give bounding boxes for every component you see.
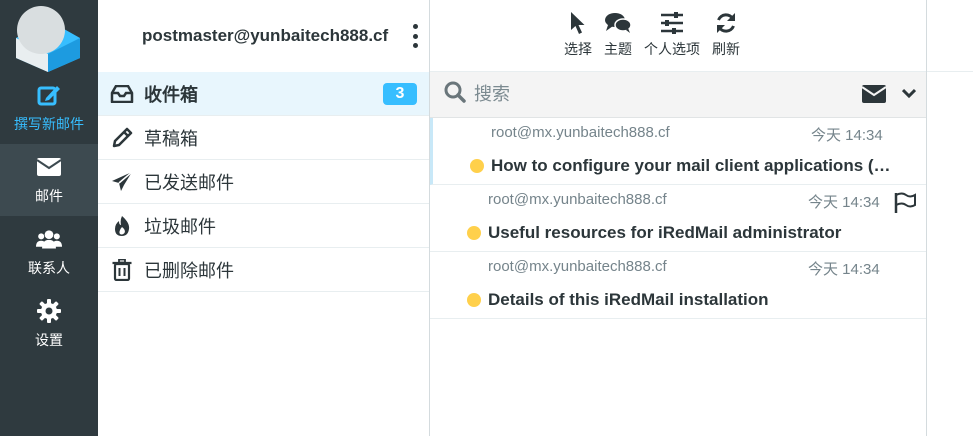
nav-settings[interactable]: 设置 [0,288,98,360]
folder-sent[interactable]: 已发送邮件 [98,160,429,204]
fire-icon [110,214,134,238]
account-menu-button[interactable] [411,24,419,48]
unread-dot-icon[interactable] [470,159,484,173]
message-subject: Useful resources for iRedMail administra… [488,223,842,242]
edit-icon [36,82,62,108]
comments-icon [604,9,632,37]
envelope-icon [36,154,62,180]
nav-contacts[interactable]: 联系人 [0,216,98,288]
message-date: 今天 14:34 [808,261,880,278]
folder-inbox[interactable]: 收件箱 3 [98,72,429,116]
search-icon [444,81,466,108]
folder-label: 草稿箱 [144,128,198,149]
folder-pane: postmaster@yunbaitech888.cf 收件箱 3 草稿箱 已发… [98,0,430,436]
unread-dot-icon[interactable] [467,226,481,240]
message-list-pane: 选择 主题 个人选项 刷新 搜索 root@mx.yunbaitech888.c… [430,0,927,436]
options-label: 个人选项 [644,41,700,57]
nav-settings-label: 设置 [35,332,63,348]
compose-label: 撰写新邮件 [14,116,84,132]
inbox-icon [110,82,134,106]
folder-header: postmaster@yunbaitech888.cf [98,0,429,72]
folder-trash[interactable]: 已删除邮件 [98,248,429,292]
message-from: root@mx.yunbaitech888.cf [488,258,667,275]
message-row[interactable]: root@mx.yunbaitech888.cf 今天 14:34 Detail… [430,252,926,319]
account-name: postmaster@yunbaitech888.cf [142,26,389,45]
message-from: root@mx.yunbaitech888.cf [491,124,670,141]
sliders-icon [660,9,684,37]
folder-label: 已发送邮件 [144,172,234,193]
refresh-button[interactable]: 刷新 [712,9,740,59]
folder-label: 已删除邮件 [144,260,234,281]
folder-label: 垃圾邮件 [144,216,216,237]
trash-icon [110,258,134,282]
message-subject: How to configure your mail client applic… [491,156,891,175]
paper-plane-icon [110,170,134,194]
users-icon [36,226,62,252]
message-subject: Details of this iRedMail installation [488,290,769,309]
preview-pane [927,0,973,436]
message-row[interactable]: root@mx.yunbaitech888.cf 今天 14:34 How to… [430,118,926,185]
folder-drafts[interactable]: 草稿箱 [98,116,429,160]
nav-mail[interactable]: 邮件 [0,144,98,216]
message-row[interactable]: root@mx.yunbaitech888.cf 今天 14:34 Useful… [430,185,926,252]
refresh-icon [714,9,738,37]
main-nav: 撰写新邮件 邮件 联系人 设置 [0,0,98,436]
select-label: 选择 [564,41,592,57]
search-input[interactable] [474,84,834,105]
gear-icon [36,298,62,324]
folder-label: 收件箱 [144,84,198,105]
cursor-icon [570,9,586,37]
message-date: 今天 14:34 [811,127,883,144]
theme-button[interactable]: 主题 [604,9,632,59]
search-bar [430,72,926,118]
message-from: root@mx.yunbaitech888.cf [488,191,667,208]
message-date: 今天 14:34 [808,194,880,211]
logo [0,0,98,72]
folder-junk[interactable]: 垃圾邮件 [98,204,429,248]
preview-toolbar [927,0,973,72]
theme-label: 主题 [604,41,632,57]
options-button[interactable]: 个人选项 [644,9,700,59]
unread-dot-icon[interactable] [467,293,481,307]
search-scope-envelope-icon[interactable] [861,85,887,108]
chevron-down-icon[interactable] [901,86,917,105]
select-button[interactable]: 选择 [564,9,592,59]
compose-button[interactable]: 撰写新邮件 [0,72,98,144]
nav-contacts-label: 联系人 [28,260,70,276]
pencil-icon [110,126,134,150]
unread-count-badge: 3 [383,83,417,105]
nav-mail-label: 邮件 [35,188,63,204]
flag-icon[interactable] [894,192,916,219]
list-toolbar: 选择 主题 个人选项 刷新 [430,0,926,72]
refresh-label: 刷新 [712,41,740,57]
